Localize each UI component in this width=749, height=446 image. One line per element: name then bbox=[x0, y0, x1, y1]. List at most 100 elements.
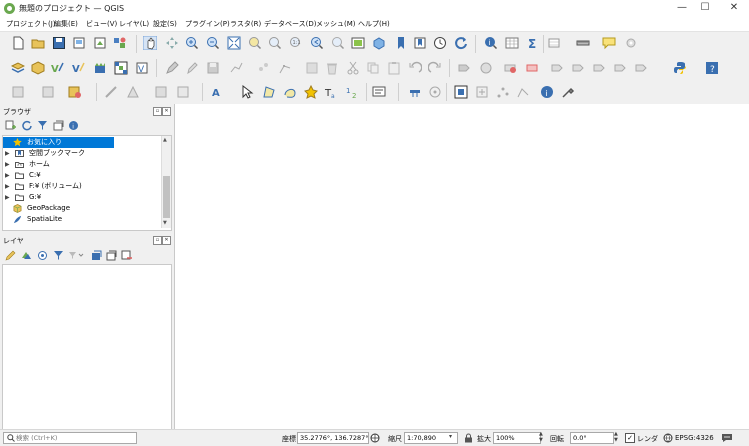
expand-arrow-icon[interactable]: ▶ bbox=[5, 159, 10, 170]
tree-item-drive-g[interactable]: ▶ G:¥ bbox=[3, 192, 153, 203]
menu-edit[interactable]: 編集(E) bbox=[54, 19, 78, 29]
filter-legend-icon[interactable] bbox=[53, 250, 64, 261]
collapse-all-icon[interactable] bbox=[53, 120, 64, 131]
filter-by-expression-icon[interactable] bbox=[68, 250, 84, 261]
browser-tree[interactable]: お気に入り ▶ 空間ブックマーク ▶ ホーム ▶ C:¥ ▶ F:¥ (ボリュー… bbox=[2, 135, 172, 231]
crs-globe-icon[interactable] bbox=[663, 433, 673, 443]
open-project-icon[interactable] bbox=[31, 36, 45, 50]
layout-manager-icon[interactable] bbox=[93, 36, 107, 50]
toggle-display-labels-icon[interactable] bbox=[525, 61, 539, 75]
geometry-checker-icon[interactable] bbox=[475, 85, 489, 99]
expand-arrow-icon[interactable]: ▶ bbox=[5, 148, 10, 159]
select-all-icon[interactable] bbox=[304, 85, 318, 99]
highlight-pinned-labels-icon[interactable] bbox=[503, 61, 517, 75]
current-edits-icon[interactable] bbox=[165, 61, 179, 75]
tree-item-drive-f[interactable]: ▶ F:¥ (ボリューム) bbox=[3, 181, 153, 192]
digitize-line-icon[interactable] bbox=[229, 61, 243, 75]
new-geopackage-layer-icon[interactable] bbox=[31, 61, 45, 75]
save-layer-edits-icon[interactable] bbox=[206, 61, 220, 75]
python-console-icon[interactable] bbox=[673, 61, 687, 75]
menu-mesh[interactable]: メッシュ(M) bbox=[316, 19, 356, 29]
new-3d-map-view-icon[interactable] bbox=[372, 36, 386, 50]
select-by-polygon-icon[interactable] bbox=[262, 85, 276, 99]
menu-raster[interactable]: ラスタ(R) bbox=[230, 19, 261, 29]
change-label-icon[interactable] bbox=[634, 61, 648, 75]
collapse-all-layers-icon[interactable] bbox=[106, 250, 117, 261]
lock-scale-icon[interactable] bbox=[464, 433, 473, 443]
cut-features-icon[interactable] bbox=[346, 61, 360, 75]
scrollbar-thumb[interactable] bbox=[163, 176, 170, 218]
maximize-button[interactable]: ☐ bbox=[698, 2, 712, 14]
pan-map-icon[interactable] bbox=[143, 36, 157, 50]
zoom-in-icon[interactable] bbox=[185, 36, 199, 50]
magnifier-field[interactable]: 100% bbox=[493, 432, 541, 444]
expand-all-icon[interactable] bbox=[91, 250, 102, 261]
menu-plugins[interactable]: プラグイン(P) bbox=[185, 19, 230, 29]
coordinate-capture-icon[interactable] bbox=[454, 85, 468, 99]
zoom-native-icon[interactable]: 1:1 bbox=[289, 36, 303, 50]
render-checkbox[interactable]: ✓ bbox=[625, 433, 635, 443]
coordinate-field[interactable]: 35.2776°, 136.7287° bbox=[297, 432, 369, 444]
add-group-icon[interactable] bbox=[21, 250, 32, 261]
messages-icon[interactable] bbox=[721, 433, 733, 443]
tree-item-spatialite[interactable]: SpatiaLite bbox=[3, 214, 153, 225]
tree-item-favorites[interactable]: お気に入り bbox=[3, 137, 114, 148]
filter-icon[interactable] bbox=[37, 120, 48, 131]
show-spatial-bookmarks-icon[interactable] bbox=[413, 36, 427, 50]
zoom-last-icon[interactable] bbox=[310, 36, 324, 50]
locator-search-input[interactable]: 検索 (Ctrl+K) bbox=[3, 432, 137, 444]
move-label-icon[interactable] bbox=[592, 61, 606, 75]
toggle-editing-icon[interactable] bbox=[185, 61, 199, 75]
measure-area-icon[interactable] bbox=[176, 85, 190, 99]
zoom-full-icon[interactable] bbox=[227, 36, 241, 50]
copy-features-icon[interactable] bbox=[366, 61, 380, 75]
modify-attributes-icon[interactable] bbox=[305, 61, 319, 75]
advanced-digitizing-icon[interactable] bbox=[42, 85, 56, 99]
new-print-layout-icon[interactable] bbox=[72, 36, 86, 50]
menu-settings[interactable]: 設定(S) bbox=[153, 19, 177, 29]
browser-refresh-icon[interactable] bbox=[21, 120, 32, 131]
delete-part-icon[interactable] bbox=[68, 85, 82, 99]
menu-help[interactable]: ヘルプ(H) bbox=[358, 19, 390, 29]
new-shapefile-layer-icon[interactable]: V bbox=[51, 61, 65, 75]
new-raster-layer-icon[interactable] bbox=[114, 61, 128, 75]
close-button[interactable]: ✕ bbox=[727, 2, 741, 14]
show-hide-labels-icon[interactable] bbox=[571, 61, 585, 75]
properties-info-icon[interactable]: i bbox=[68, 120, 79, 131]
new-spatial-bookmark-icon[interactable] bbox=[394, 36, 408, 50]
statistical-summary-icon[interactable]: Σ bbox=[526, 36, 540, 50]
new-project-icon[interactable] bbox=[11, 36, 25, 50]
label-toolbar-icon[interactable] bbox=[457, 61, 471, 75]
select-by-freehand-icon[interactable] bbox=[283, 85, 297, 99]
attribute-table-dropdown-icon[interactable] bbox=[548, 36, 562, 50]
new-temporary-layer-icon[interactable]: V bbox=[72, 61, 86, 75]
zoom-out-icon[interactable] bbox=[206, 36, 220, 50]
new-virtual-layer-icon[interactable] bbox=[93, 61, 107, 75]
expand-arrow-icon[interactable]: ▶ bbox=[5, 181, 10, 192]
tree-item-spatial-bookmarks[interactable]: ▶ 空間ブックマーク bbox=[3, 148, 153, 159]
rotation-field[interactable]: 0.0° bbox=[570, 432, 614, 444]
menu-view[interactable]: ビュー(V) bbox=[86, 19, 117, 29]
map-canvas[interactable] bbox=[174, 104, 749, 429]
tree-item-geopackage[interactable]: GeoPackage bbox=[3, 203, 153, 214]
remove-layer-icon[interactable] bbox=[121, 250, 132, 261]
delete-selected-icon[interactable] bbox=[325, 61, 339, 75]
layer-properties-info-icon[interactable]: i bbox=[540, 85, 554, 99]
save-project-icon[interactable] bbox=[52, 36, 66, 50]
vertex-tool-icon[interactable] bbox=[278, 61, 292, 75]
zoom-to-layer-icon[interactable] bbox=[268, 36, 282, 50]
menu-project[interactable]: プロジェクト(J) bbox=[6, 19, 56, 29]
pan-to-selection-icon[interactable] bbox=[165, 36, 179, 50]
rotate-label-icon[interactable] bbox=[613, 61, 627, 75]
expand-arrow-icon[interactable]: ▶ bbox=[5, 192, 10, 203]
gps-information-icon[interactable] bbox=[408, 85, 422, 99]
expand-arrow-icon[interactable]: ▶ bbox=[5, 170, 10, 181]
magnifier-spinner-icon[interactable]: ▲ ▼ bbox=[539, 431, 543, 443]
annotation-icon[interactable] bbox=[372, 85, 386, 99]
temporal-controller-icon[interactable] bbox=[433, 36, 447, 50]
text-label-icon[interactable]: Ta bbox=[324, 85, 338, 99]
digitizing-toolbar-icon[interactable] bbox=[12, 85, 26, 99]
processing-toolbox-icon[interactable] bbox=[561, 85, 575, 99]
add-selected-layers-icon[interactable] bbox=[5, 120, 16, 131]
scale-dropdown-icon[interactable]: ▾ bbox=[449, 433, 452, 440]
